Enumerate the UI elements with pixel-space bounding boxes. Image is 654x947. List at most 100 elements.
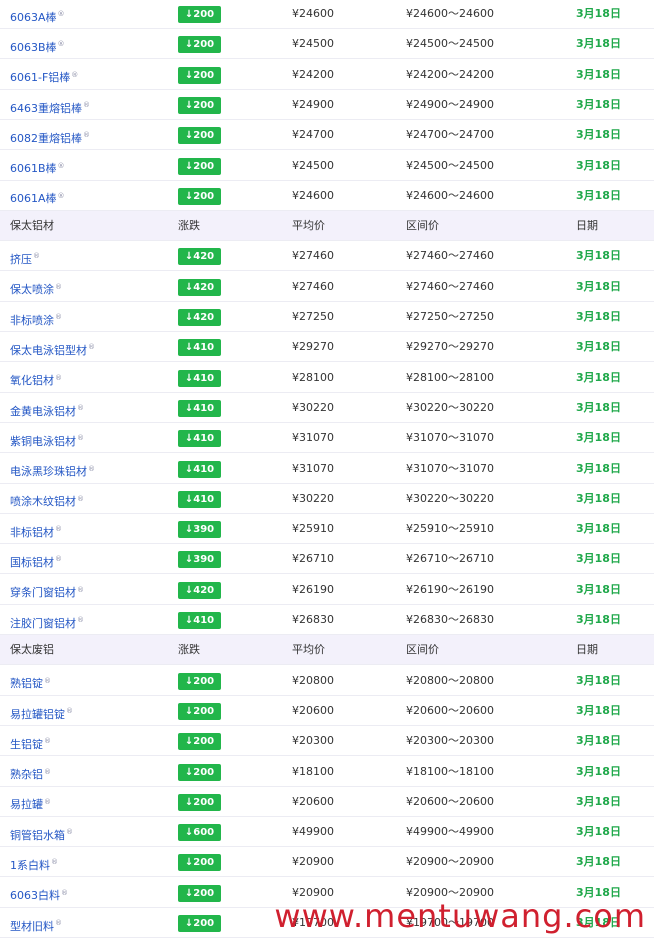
info-icon[interactable]: ® [55, 283, 62, 291]
info-icon[interactable]: ® [44, 768, 51, 776]
info-icon[interactable]: ® [51, 858, 58, 866]
info-icon[interactable]: ® [44, 798, 51, 806]
product-link[interactable]: 喷涂木纹铝材® [10, 495, 84, 509]
product-link[interactable]: 非标喷涂® [10, 313, 62, 327]
product-link[interactable]: 注胶门窗铝材® [10, 616, 84, 630]
price-range: ¥28100～28100 [406, 370, 494, 384]
product-name: 穿条门窗铝材 [10, 586, 76, 600]
product-name: 喷涂木纹铝材 [10, 495, 76, 509]
change-badge: ↓390 [178, 521, 221, 539]
info-icon[interactable]: ® [58, 40, 65, 48]
info-icon[interactable]: ® [58, 192, 65, 200]
product-link[interactable]: 非标铝材® [10, 525, 62, 539]
average-price: ¥28100 [292, 370, 334, 384]
product-link[interactable]: 紫铜电泳铝材® [10, 434, 84, 448]
info-icon[interactable]: ® [83, 131, 90, 139]
product-link[interactable]: 6061-F铝棒® [10, 71, 78, 85]
product-link[interactable]: 国标铝材® [10, 555, 62, 569]
info-icon[interactable]: ® [55, 919, 62, 927]
info-icon[interactable]: ® [88, 465, 95, 473]
product-name-cell: 挤压® [10, 241, 40, 271]
price-range: ¥26190～26190 [406, 582, 494, 596]
table-row: 6063A棒® ↓200 ¥24600 ¥24600～24600 3月18日 [0, 0, 654, 29]
product-link[interactable]: 6063白料® [10, 889, 68, 903]
product-link[interactable]: 金黄电泳铝材® [10, 404, 84, 418]
product-link[interactable]: 型材旧料® [10, 919, 62, 933]
info-icon[interactable]: ® [58, 162, 65, 170]
product-name: 熟杂铝 [10, 768, 43, 782]
product-link[interactable]: 6063B棒® [10, 40, 65, 54]
product-name: 生铝锭 [10, 737, 43, 751]
info-icon[interactable]: ® [71, 71, 78, 79]
change-cell: ↓410 [178, 363, 221, 393]
product-link[interactable]: 电泳黑珍珠铝材® [10, 465, 95, 479]
info-icon[interactable]: ® [77, 616, 84, 624]
info-icon[interactable]: ® [88, 343, 95, 351]
date-value: 3月18日 [576, 158, 621, 172]
product-link[interactable]: 6063A棒® [10, 10, 65, 24]
info-icon[interactable]: ® [44, 737, 51, 745]
product-link[interactable]: 保太电泳铝型材® [10, 343, 95, 357]
product-link[interactable]: 保太喷涂® [10, 283, 62, 297]
product-name-cell: 6063A棒® [10, 0, 65, 29]
product-link[interactable]: 穿条门窗铝材® [10, 586, 84, 600]
change-badge: ↓200 [178, 854, 221, 872]
info-icon[interactable]: ® [83, 101, 90, 109]
info-icon[interactable]: ® [55, 525, 62, 533]
info-icon[interactable]: ® [77, 586, 84, 594]
change-cell: ↓200 [178, 787, 221, 817]
change-badge: ↓410 [178, 430, 221, 448]
info-icon[interactable]: ® [66, 707, 73, 715]
table-row: 紫铜电泳铝材® ↓410 ¥31070 ¥31070～31070 3月18日 [0, 423, 654, 454]
info-icon[interactable]: ® [44, 677, 51, 685]
table-row: 易拉罐铝锭® ↓200 ¥20600 ¥20600～20600 3月18日 [0, 696, 654, 726]
site-watermark: www.mentuwang.com [274, 897, 646, 935]
product-name: 6063A棒 [10, 10, 57, 24]
info-icon[interactable]: ® [55, 313, 62, 321]
product-link[interactable]: 易拉罐® [10, 798, 51, 812]
change-cell: ↓420 [178, 575, 221, 605]
table-row: 挤压® ↓420 ¥27460 ¥27460～27460 3月18日 [0, 241, 654, 272]
change-badge: ↓200 [178, 915, 221, 932]
product-link[interactable]: 铜管铝水箱® [10, 828, 73, 842]
info-icon[interactable]: ® [77, 434, 84, 442]
product-name-cell: 6061B棒® [10, 151, 65, 181]
product-link[interactable]: 熟杂铝® [10, 768, 51, 782]
product-name: 6063B棒 [10, 40, 57, 54]
product-link[interactable]: 挤压® [10, 252, 40, 267]
price-range: ¥24600～24600 [406, 7, 494, 20]
product-name: 型材旧料 [10, 919, 54, 933]
info-icon[interactable]: ® [66, 828, 73, 836]
table-row: 6061-F铝棒® ↓200 ¥24200 ¥24200～24200 3月18日 [0, 60, 654, 90]
product-link[interactable]: 生铝锭® [10, 737, 51, 751]
product-link[interactable]: 氧化铝材® [10, 374, 62, 388]
change-cell: ↓420 [178, 302, 221, 332]
info-icon[interactable]: ® [77, 495, 84, 503]
info-icon[interactable]: ® [61, 889, 68, 897]
section-title: 保太铝材 [10, 219, 54, 233]
product-link[interactable]: 6463重熔铝棒® [10, 101, 90, 115]
average-price: ¥20300 [292, 734, 334, 748]
info-icon[interactable]: ® [77, 404, 84, 412]
date-value: 3月18日 [576, 7, 621, 20]
product-link[interactable]: 熟铝锭® [10, 677, 51, 691]
change-cell: ↓200 [178, 60, 221, 90]
info-icon[interactable]: ® [55, 555, 62, 563]
average-price: ¥27460 [292, 279, 334, 293]
info-icon[interactable]: ® [55, 374, 62, 382]
product-name: 挤压 [10, 253, 32, 267]
date-value: 3月18日 [576, 97, 621, 111]
date-value: 3月18日 [576, 188, 621, 202]
change-cell: ↓420 [178, 272, 221, 302]
info-icon[interactable]: ® [33, 252, 40, 260]
product-link[interactable]: 易拉罐铝锭® [10, 707, 73, 721]
average-price: ¥24900 [292, 97, 334, 111]
price-range: ¥29270～29270 [406, 340, 494, 354]
change-badge: ↓200 [178, 702, 221, 720]
product-link[interactable]: 1系白料® [10, 858, 58, 872]
product-link[interactable]: 6061A棒® [10, 192, 65, 206]
product-link[interactable]: 6082重熔铝棒® [10, 131, 90, 145]
info-icon[interactable]: ® [58, 10, 65, 18]
product-name: 6063白料 [10, 889, 60, 903]
product-link[interactable]: 6061B棒® [10, 162, 65, 176]
